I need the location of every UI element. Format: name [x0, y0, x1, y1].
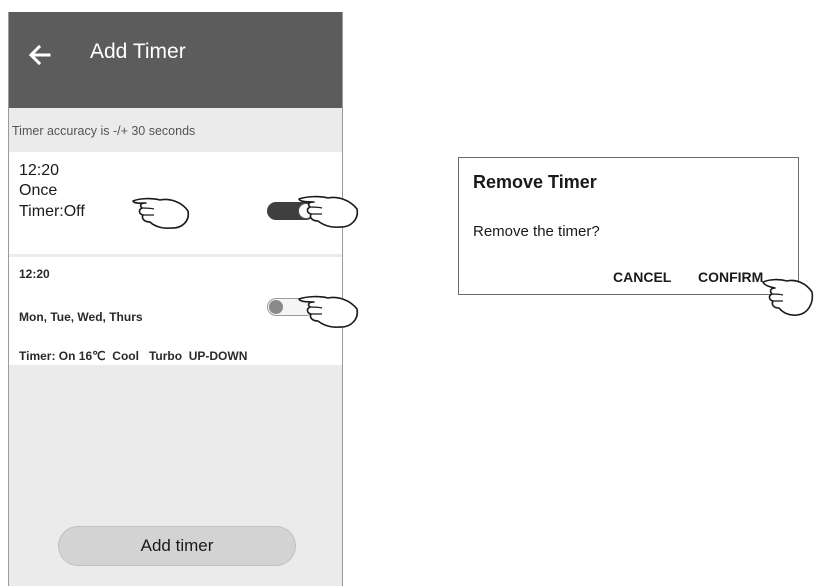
toggle-knob — [269, 300, 283, 314]
confirm-button[interactable]: CONFIRM — [698, 269, 763, 285]
cancel-button[interactable]: CANCEL — [613, 269, 671, 285]
dialog-message: Remove the timer? — [473, 223, 600, 240]
app-header: Add Timer — [9, 12, 342, 108]
timer-time: 12:20 — [19, 267, 50, 281]
timer-repeat: Once — [19, 182, 58, 199]
pointing-hand-icon — [132, 197, 190, 229]
timer-detail: Timer: On 16℃ Cool Turbo UP-DOWN — [19, 349, 248, 363]
remove-timer-dialog: Remove Timer Remove the timer? CANCEL CO… — [458, 157, 799, 295]
page-title: Add Timer — [90, 40, 186, 63]
dialog-title: Remove Timer — [473, 172, 597, 192]
phone-screen: Add Timer Timer accuracy is -/+ 30 secon… — [8, 12, 343, 586]
back-button[interactable] — [26, 42, 52, 68]
add-timer-button[interactable]: Add timer — [58, 526, 296, 566]
pointing-hand-icon — [298, 195, 359, 228]
timer-repeat: Mon, Tue, Wed, Thurs — [19, 310, 143, 324]
timer-detail: Timer:Off — [19, 203, 85, 220]
timer-item-2[interactable]: 12:20 Mon, Tue, Wed, Thurs Timer: On 16℃… — [9, 257, 342, 365]
timer-time: 12:20 — [19, 162, 60, 179]
pointing-hand-icon — [298, 295, 359, 328]
pointing-hand-icon — [762, 278, 814, 316]
timer-accuracy-note: Timer accuracy is -/+ 30 seconds — [12, 124, 196, 138]
arrow-left-icon — [28, 44, 51, 66]
